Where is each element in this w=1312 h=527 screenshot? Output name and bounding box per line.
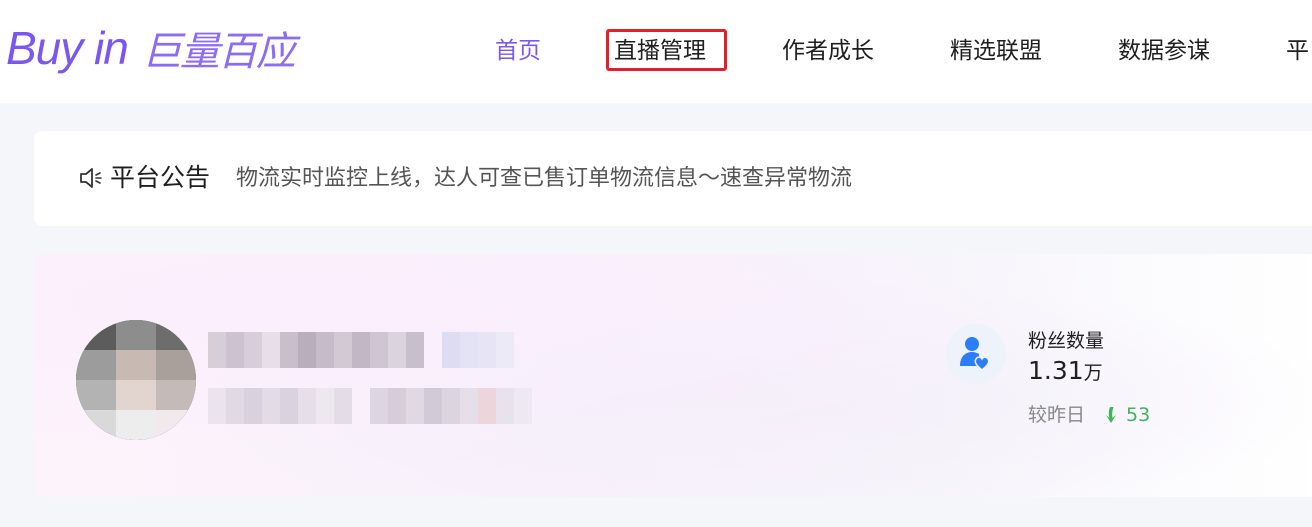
nav-item-data-advisor[interactable]: 数据参谋 [1118, 34, 1210, 68]
fans-count-unit: 万 [1083, 362, 1103, 384]
logo-latin-text: Buy in [6, 22, 129, 74]
fans-delta: 53 [1104, 402, 1150, 428]
fans-compare-label: 较昨日 [1028, 404, 1086, 426]
logo-cn-text: 巨量百应 [141, 29, 296, 75]
blurred-username [208, 332, 514, 368]
user-heart-icon [960, 337, 990, 371]
avatar[interactable] [76, 320, 196, 440]
platform-notice-bar[interactable]: 平台公告 物流实时监控上线，达人可查已售订单物流信息～速查异常物流 [34, 131, 1312, 226]
nav-item-author-growth[interactable]: 作者成长 [782, 34, 874, 68]
speaker-icon [78, 166, 104, 190]
top-header: Buy in 巨量百应 首页 直播管理 作者成长 精选联盟 数据参谋 平 [0, 0, 1312, 103]
fans-icon-badge [946, 324, 1006, 384]
nav-item-platform[interactable]: 平 [1286, 34, 1309, 68]
profile-card: 粉丝数量 1.31万 较昨日 53 [34, 254, 1312, 497]
arrow-down-icon [1106, 407, 1116, 423]
blurred-account-info [208, 388, 532, 424]
notice-title: 平台公告 [110, 163, 211, 192]
fans-delta-value: 53 [1126, 404, 1151, 426]
buyin-logo[interactable]: Buy in 巨量百应 [6, 18, 296, 78]
nav-item-home[interactable]: 首页 [495, 34, 541, 68]
nav-item-selected-alliance[interactable]: 精选联盟 [950, 34, 1042, 68]
highlight-annotation-box [606, 29, 727, 71]
notice-text[interactable]: 物流实时监控上线，达人可查已售订单物流信息～速查异常物流 [236, 164, 852, 194]
fans-count-label: 粉丝数量 [1028, 330, 1105, 352]
fans-count-value: 1.31万 [1028, 356, 1103, 385]
